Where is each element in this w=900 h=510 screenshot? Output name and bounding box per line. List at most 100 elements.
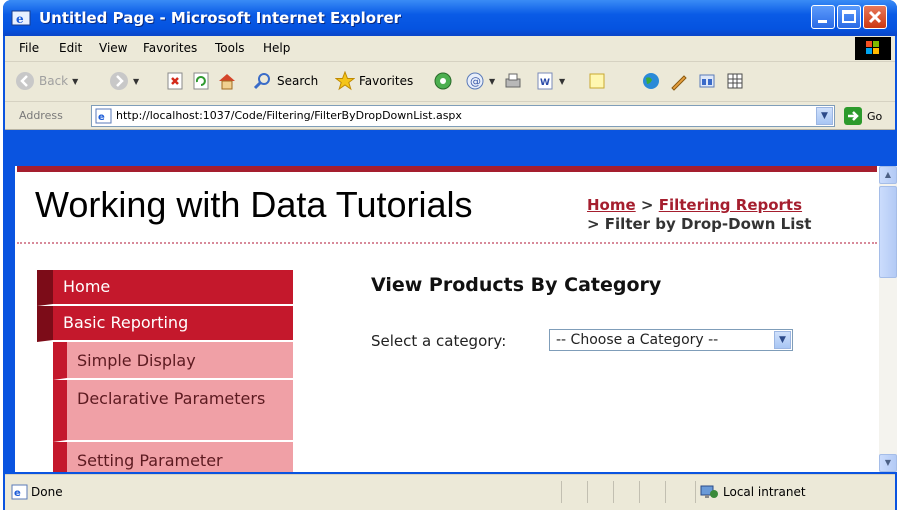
search-button[interactable]: Search (253, 69, 318, 93)
web-page: Working with Data Tutorials Home > Filte… (17, 166, 877, 472)
status-divider (639, 481, 640, 503)
site-title: Working with Data Tutorials (35, 184, 473, 225)
forward-arrow-icon (110, 72, 128, 90)
standard-toolbar: Back ▼ ▼ Search Favorites @ ▼ W ▼ (5, 62, 895, 102)
refresh-button[interactable] (191, 69, 211, 93)
stop-button[interactable] (165, 69, 185, 93)
print-button[interactable] (503, 69, 523, 93)
back-arrow-icon (16, 72, 34, 90)
internet-explorer-icon: e (11, 10, 31, 26)
security-zone: Local intranet (723, 485, 806, 499)
address-input[interactable]: e http://localhost:1037/Code/Filtering/F… (91, 105, 835, 127)
status-divider (587, 481, 588, 503)
messenger-button[interactable] (641, 69, 661, 93)
menu-tools[interactable]: Tools (215, 41, 245, 55)
status-divider (613, 481, 614, 503)
address-bar: Address e http://localhost:1037/Code/Fil… (5, 102, 895, 130)
status-divider (665, 481, 666, 503)
minimize-icon (818, 20, 827, 23)
local-intranet-icon (700, 485, 718, 498)
grid-button[interactable] (725, 69, 745, 93)
chevron-down-icon[interactable]: ▼ (559, 77, 565, 86)
window-title: Untitled Page - Microsoft Internet Explo… (39, 9, 402, 27)
back-button[interactable]: Back ▼ (15, 69, 78, 93)
home-icon (219, 74, 235, 90)
menu-item-declarative-parameters[interactable]: Declarative Parameters (53, 380, 293, 442)
scroll-thumb[interactable] (879, 186, 897, 278)
minimize-button[interactable] (811, 5, 835, 29)
svg-text:W: W (540, 78, 550, 88)
breadcrumb-home-link[interactable]: Home (587, 196, 636, 214)
status-divider (561, 481, 562, 503)
media-icon (434, 72, 452, 90)
header-stripe (17, 166, 877, 172)
star-icon (335, 71, 355, 91)
svg-text:e: e (14, 488, 21, 499)
menu-item-home[interactable]: Home (37, 270, 293, 306)
vertical-scrollbar[interactable]: ▲ ▼ (879, 166, 897, 472)
favorites-label: Favorites (359, 74, 414, 88)
mail-icon: @ (466, 72, 484, 90)
browser-window: e Untitled Page - Microsoft Internet Exp… (3, 0, 897, 510)
chevron-down-icon[interactable]: ▼ (774, 331, 791, 349)
menu-item-setting-parameter[interactable]: Setting Parameter (53, 442, 293, 472)
stop-icon (167, 72, 183, 90)
category-dropdown[interactable]: -- Choose a Category -- ▼ (549, 329, 793, 351)
menu-item-basic-reporting[interactable]: Basic Reporting (37, 306, 293, 342)
mail-button[interactable]: @ ▼ (465, 69, 495, 93)
menu-file[interactable]: File (19, 41, 39, 55)
chevron-down-icon[interactable]: ▼ (72, 77, 78, 86)
maximize-button[interactable] (837, 5, 861, 29)
maximize-icon (842, 10, 856, 23)
menu-edit[interactable]: Edit (59, 41, 82, 55)
edit-button[interactable]: W ▼ (535, 69, 565, 93)
status-bar: e Done Local intranet (5, 474, 895, 510)
svg-text:@: @ (470, 75, 481, 88)
menu-favorites[interactable]: Favorites (143, 41, 197, 55)
tools-button[interactable] (697, 69, 717, 93)
grid-icon (727, 73, 743, 89)
pencil-icon (671, 75, 687, 91)
media-button[interactable] (433, 69, 453, 93)
globe-icon (643, 73, 659, 89)
chevron-down-icon[interactable]: ▼ (816, 107, 833, 125)
go-arrow-icon (844, 107, 862, 125)
menu-help[interactable]: Help (263, 41, 290, 55)
scroll-up-icon[interactable]: ▲ (879, 166, 897, 184)
windows-logo-icon (855, 37, 891, 60)
go-label: Go (867, 109, 883, 123)
header-divider (17, 242, 877, 244)
windows-icon (699, 74, 715, 88)
page-heading: View Products By Category (371, 274, 662, 296)
search-label: Search (277, 74, 319, 88)
chevron-down-icon[interactable]: ▼ (133, 77, 139, 86)
scroll-down-icon[interactable]: ▼ (879, 454, 897, 472)
breadcrumb-filtering-link[interactable]: Filtering Reports (659, 196, 802, 214)
title-bar[interactable]: e Untitled Page - Microsoft Internet Exp… (3, 0, 897, 36)
home-button[interactable] (217, 69, 237, 93)
discuss-button[interactable] (587, 69, 607, 93)
menu-item-simple-display[interactable]: Simple Display (53, 342, 293, 380)
svg-text:e: e (98, 112, 105, 123)
go-button[interactable]: Go (843, 106, 882, 126)
category-select-label: Select a category: (371, 332, 507, 350)
forward-button[interactable]: ▼ (109, 69, 139, 93)
research-button[interactable] (669, 69, 689, 93)
printer-icon (505, 73, 521, 88)
chevron-down-icon[interactable]: ▼ (489, 77, 495, 86)
refresh-icon (193, 72, 209, 90)
menu-view[interactable]: View (99, 41, 127, 55)
note-icon (589, 73, 605, 89)
word-document-icon: W (537, 72, 553, 90)
status-divider (695, 481, 696, 503)
address-label: Address (19, 109, 63, 122)
favorites-button[interactable]: Favorites (335, 69, 413, 93)
search-icon (253, 73, 270, 90)
close-icon (868, 10, 882, 24)
close-button[interactable] (863, 5, 887, 29)
breadcrumb: Home > Filtering Reports > Filter by Dro… (587, 196, 811, 234)
address-url: http://localhost:1037/Code/Filtering/Fil… (116, 109, 462, 122)
page-done-icon: e (11, 484, 28, 500)
svg-text:e: e (16, 12, 24, 26)
back-label: Back (39, 74, 69, 88)
